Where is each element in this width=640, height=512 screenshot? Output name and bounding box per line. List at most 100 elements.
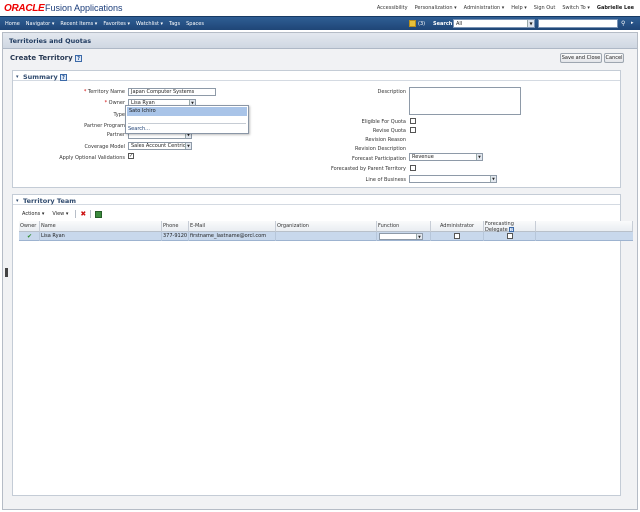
column-header-email[interactable]: E-Mail xyxy=(189,221,276,232)
column-header-forecasting-delegate[interactable]: Forecasting Delegate ? xyxy=(484,221,536,233)
column-header-administrator[interactable]: Administrator xyxy=(431,221,484,232)
chevron-down-icon: ▼ xyxy=(527,20,534,27)
view-menu[interactable]: View ▾ xyxy=(49,211,71,217)
line-of-business-select[interactable]: ▼ xyxy=(409,175,497,183)
page-title: Territories and Quotas xyxy=(9,37,92,45)
territory-name-input[interactable]: Japan Computer Systems xyxy=(128,88,216,96)
nav-spaces[interactable]: Spaces xyxy=(186,21,204,27)
coverage-model-label: Coverage Model xyxy=(84,144,125,150)
actions-menu[interactable]: Actions ▾ xyxy=(19,211,47,217)
product-name: Fusion Applications xyxy=(45,3,123,13)
chevron-down-icon: ▼ xyxy=(490,176,496,182)
column-header-owner[interactable]: Owner xyxy=(19,221,40,232)
owner-label: * Owner xyxy=(104,100,125,106)
team-toolbar: Actions ▾ View ▾ ✖ xyxy=(19,209,103,219)
row-administrator-cell xyxy=(431,232,484,241)
eligible-quota-label: Eligible For Quota xyxy=(361,119,406,125)
function-select[interactable]: ▼ xyxy=(379,233,423,240)
apply-optional-label: Apply Optional Validations xyxy=(59,155,125,161)
forecasted-by-parent-label: Forecasted by Parent Territory xyxy=(330,166,406,172)
nav-favorites[interactable]: Favorites ▾ xyxy=(103,21,130,27)
chevron-down-icon: ▼ xyxy=(476,154,482,160)
summary-title-text: Summary xyxy=(23,73,58,81)
owner-search-link[interactable]: Search... xyxy=(128,126,150,132)
help-icon[interactable]: ? xyxy=(59,73,67,81)
forecasting-delegate-checkbox[interactable] xyxy=(507,233,513,239)
territory-team-header: ▾ Territory Team xyxy=(13,195,620,205)
search-label: Search xyxy=(433,21,453,27)
revision-description-label: Revision Description xyxy=(355,146,406,152)
forecast-participation-label: Forecast Participation xyxy=(352,156,406,162)
administration-menu[interactable]: Administration ▾ xyxy=(464,5,505,11)
column-header-function[interactable]: Function xyxy=(377,221,431,232)
task-title: Create Territory ? xyxy=(10,54,83,62)
forecast-participation-value: Revenue xyxy=(412,154,434,160)
table-row[interactable]: ✔ Lisa Ryan 377-9120 firstname_lastname@… xyxy=(19,232,633,241)
oracle-logo: ORACLE xyxy=(4,3,45,14)
nav-recent-items[interactable]: Recent Items ▾ xyxy=(60,21,97,27)
nav-tags[interactable]: Tags xyxy=(169,21,180,27)
row-organization xyxy=(276,232,377,241)
apply-optional-checkbox[interactable]: ✓ xyxy=(128,153,134,159)
flag-icon[interactable] xyxy=(409,20,416,27)
revise-quota-checkbox[interactable] xyxy=(410,127,416,133)
sign-out-link[interactable]: Sign Out xyxy=(534,5,556,11)
territory-name-label-text: Territory Name xyxy=(87,89,125,95)
territory-team-title: Territory Team xyxy=(23,197,77,205)
toolbar-divider xyxy=(90,210,92,218)
description-label: Description xyxy=(377,89,406,95)
search-input[interactable] xyxy=(538,19,618,28)
partner-label: Partner xyxy=(106,132,125,138)
row-email[interactable]: firstname_lastname@orcl.com xyxy=(189,232,276,241)
cancel-button[interactable]: Cancel xyxy=(604,53,624,63)
column-header-phone[interactable]: Phone xyxy=(162,221,189,232)
search-scope-value: All xyxy=(456,21,463,27)
column-header-filler xyxy=(536,221,633,232)
help-icon[interactable]: ? xyxy=(75,54,83,62)
personalization-menu[interactable]: Personalization ▾ xyxy=(415,5,457,11)
accessibility-link[interactable]: Accessibility xyxy=(377,5,408,11)
owner-label-text: Owner xyxy=(108,100,125,106)
collapse-icon[interactable]: ▾ xyxy=(16,198,19,204)
nav-home[interactable]: Home xyxy=(5,21,20,27)
help-menu[interactable]: Help ▾ xyxy=(511,5,527,11)
coverage-model-select[interactable]: Sales Account Centric ▼ xyxy=(128,142,192,150)
save-and-close-button[interactable]: Save and Close xyxy=(560,53,602,63)
row-name: Lisa Ryan xyxy=(40,232,162,241)
page-header: Territories and Quotas xyxy=(3,33,637,49)
nav-watchlist[interactable]: Watchlist ▾ xyxy=(136,21,163,27)
switch-to-menu[interactable]: Switch To ▾ xyxy=(562,5,589,11)
column-header-organization[interactable]: Organization xyxy=(276,221,377,232)
territory-name-label: * Territory Name xyxy=(83,89,125,95)
search-icon[interactable]: ⚲ xyxy=(621,20,629,27)
owner-option-highlighted[interactable]: Sato Ichiro xyxy=(127,107,247,116)
navigation-bar: Home Navigator ▾ Recent Items ▾ Favorite… xyxy=(0,16,640,30)
revision-reason-label: Revision Reason xyxy=(365,137,406,143)
top-banner: ORACLE Fusion Applications Accessibility… xyxy=(0,0,640,16)
type-label: Type xyxy=(113,112,125,118)
owner-check-icon: ✔ xyxy=(19,232,40,241)
revise-quota-label: Revise Quota xyxy=(372,128,406,134)
forecasted-by-parent-checkbox[interactable] xyxy=(410,165,416,171)
eligible-quota-checkbox[interactable] xyxy=(410,118,416,124)
row-phone: 377-9120 xyxy=(163,232,189,241)
line-of-business-label: Line of Business xyxy=(365,177,406,183)
partner-program-label: Partner Program xyxy=(84,123,125,129)
column-header-name[interactable]: Name xyxy=(40,221,162,232)
user-name[interactable]: Gabrielle Lee xyxy=(597,5,634,11)
collapse-icon[interactable]: ▾ xyxy=(16,74,19,80)
row-function-cell: ▼ xyxy=(377,232,431,241)
add-row-icon[interactable] xyxy=(95,210,103,218)
administrator-checkbox[interactable] xyxy=(454,233,460,239)
description-textarea[interactable] xyxy=(409,87,521,115)
coverage-model-value: Sales Account Centric xyxy=(131,143,186,149)
chevron-right-icon[interactable]: ▸ xyxy=(631,20,638,27)
splitter-handle[interactable] xyxy=(5,268,8,277)
popup-divider xyxy=(128,123,246,124)
chevron-down-icon: ▼ xyxy=(416,234,422,239)
forecast-participation-select[interactable]: Revenue ▼ xyxy=(409,153,483,161)
nav-navigator[interactable]: Navigator ▾ xyxy=(26,21,55,27)
delete-icon[interactable]: ✖ xyxy=(80,210,86,218)
flag-count: (3) xyxy=(418,21,426,27)
search-scope-select[interactable]: All ▼ xyxy=(453,19,535,28)
